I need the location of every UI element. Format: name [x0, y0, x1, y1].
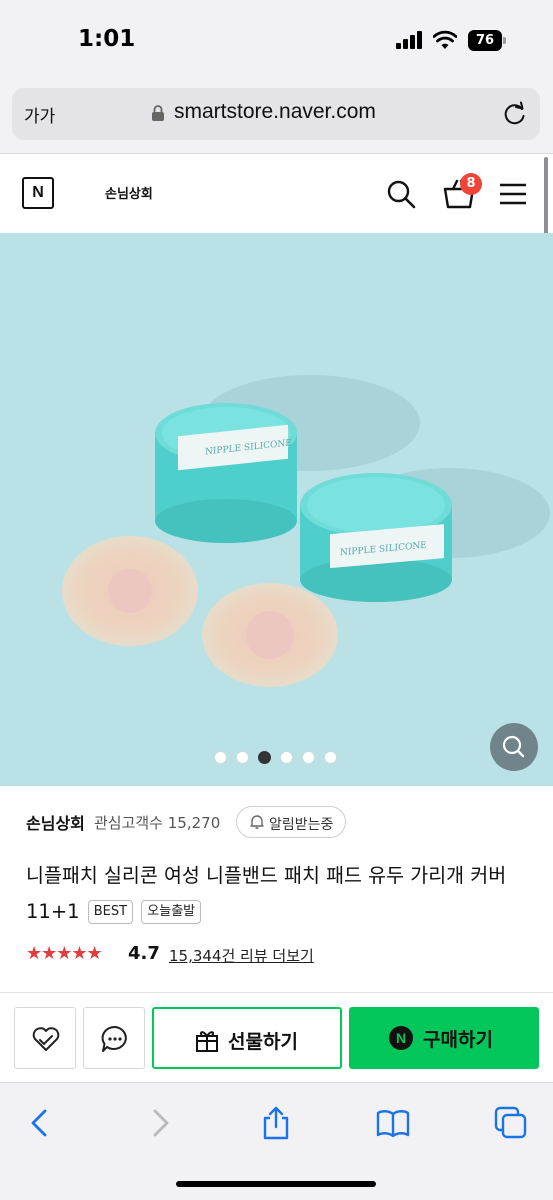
bookmarks-icon[interactable] — [375, 1105, 411, 1141]
buy-label: 구매하기 — [423, 1029, 493, 1051]
gallery-dot[interactable] — [280, 751, 293, 764]
gallery-dot[interactable] — [302, 751, 315, 764]
reload-icon[interactable] — [502, 101, 528, 127]
signal-icon — [396, 31, 426, 49]
gallery-dot-active[interactable] — [258, 751, 271, 764]
text-size-button[interactable]: 가가 — [24, 102, 55, 127]
gallery-dot[interactable] — [214, 751, 227, 764]
best-tag: BEST — [87, 900, 134, 924]
status-time: 1:01 — [78, 26, 136, 52]
star-rating-icon: ★★★★★ — [26, 943, 103, 964]
buy-button[interactable]: N 구매하기 — [349, 1007, 539, 1069]
tabs-icon[interactable] — [493, 1105, 529, 1141]
rating-score: 4.7 — [128, 943, 160, 964]
product-title-block: 니플패치 실리콘 여성 니플밴드 패치 패드 유두 가리개 커버 11+1 BE… — [26, 858, 526, 930]
gallery-dot[interactable] — [324, 751, 337, 764]
share-icon[interactable] — [258, 1105, 294, 1141]
gift-label: 선물하기 — [228, 1031, 298, 1053]
chat-button[interactable] — [83, 1007, 145, 1069]
search-icon[interactable] — [386, 179, 416, 209]
store-name[interactable]: 손님상회 — [105, 183, 153, 202]
address-bar-area: 가가 smartstore.naver.com — [0, 80, 553, 154]
product-photo: NIPPLE SILICONE NIPPLE SILICONE — [62, 375, 550, 687]
gift-button[interactable]: 선물하기 — [152, 1007, 342, 1069]
notify-button[interactable]: 알림받는중 — [236, 806, 346, 838]
battery-icon: 76 — [468, 30, 506, 51]
product-image-gallery[interactable]: NIPPLE SILICONE NIPPLE SILICONE — [0, 233, 553, 786]
naver-pay-icon: N — [389, 1026, 413, 1050]
wishlist-button[interactable] — [14, 1007, 76, 1069]
zoom-icon — [502, 735, 525, 758]
bell-icon — [250, 815, 264, 829]
home-indicator — [176, 1181, 376, 1187]
reviews-link[interactable]: 15,344건 리뷰 더보기 — [169, 945, 314, 966]
naver-logo[interactable]: N — [22, 177, 54, 209]
menu-icon[interactable] — [499, 182, 527, 206]
interest-count: 관심고객수 15,270 — [94, 814, 221, 832]
status-bar: 1:01 76 — [0, 0, 553, 80]
url-text[interactable]: smartstore.naver.com — [174, 100, 376, 124]
forward-icon[interactable] — [142, 1105, 178, 1141]
gallery-dot[interactable] — [236, 751, 249, 764]
purchase-action-bar: 선물하기 N 구매하기 — [0, 992, 553, 1080]
back-icon[interactable] — [22, 1105, 58, 1141]
chat-icon — [101, 1025, 127, 1052]
notify-label: 알림받는중 — [269, 817, 334, 833]
address-bar[interactable]: 가가 smartstore.naver.com — [12, 88, 540, 140]
seller-name[interactable]: 손님상회 — [26, 810, 85, 834]
heart-icon — [32, 1027, 60, 1051]
zoom-button[interactable] — [490, 723, 538, 771]
gift-icon — [196, 1031, 218, 1052]
cart-count-badge: 8 — [460, 173, 482, 195]
battery-level: 76 — [468, 30, 502, 51]
ship-today-tag: 오늘출발 — [141, 900, 202, 924]
lock-icon — [152, 105, 164, 121]
wifi-icon — [433, 30, 457, 49]
